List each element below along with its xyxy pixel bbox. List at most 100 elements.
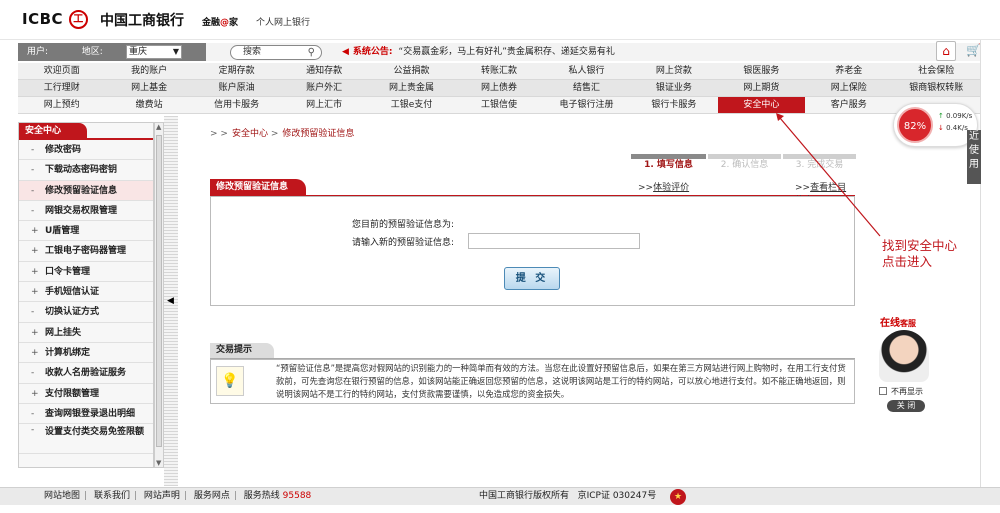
nav-item[interactable]: 结售汇	[543, 80, 630, 96]
annotation-text: 找到安全中心 点击进入	[882, 238, 958, 269]
logo-text: ICBC	[22, 10, 64, 28]
panel-splitter[interactable]: ◀	[164, 116, 178, 486]
nav-item[interactable]: 缴费站	[105, 97, 192, 113]
sidebar-item-reserved-info[interactable]: - 修改预留验证信息	[19, 180, 153, 201]
sidebar-item-report-loss[interactable]: + 网上挂失	[19, 323, 153, 343]
bank-name: 中国工商银行	[100, 13, 184, 29]
sidebar-item-bind-computer[interactable]: + 计算机绑定	[19, 343, 153, 364]
chevron-down-icon: ▼	[172, 47, 179, 56]
footer-sitemap-link[interactable]: 网站地图	[44, 491, 80, 501]
sidebar: 安全中心 - 修改密码 - 下载动态密码密钥 - 修改预留验证信息 - 网银交易权限管理…	[18, 122, 154, 468]
close-service-button[interactable]: 关 闭	[887, 400, 925, 412]
collapse-toggle-icon[interactable]: ◀	[167, 296, 174, 306]
nav-item[interactable]: 通知存款	[280, 63, 367, 79]
online-service-widget[interactable]: 在线客服 不再显示 关 闭	[865, 312, 943, 416]
bullet-icon: -	[31, 205, 35, 216]
sidebar-item-permissions[interactable]: - 网银交易权限管理	[19, 201, 153, 222]
cart-icon[interactable]: 🛒	[966, 43, 981, 57]
footer-hotline-label: 服务热线	[243, 491, 280, 501]
nav-item[interactable]: 网上预约	[18, 97, 105, 113]
breadcrumb: > > 安全中心 > 修改预留验证信息	[210, 129, 355, 139]
checkbox-icon[interactable]	[879, 387, 887, 395]
search-input[interactable]: 搜索 ⚲	[230, 45, 322, 60]
scroll-down-icon[interactable]: ▼	[156, 459, 161, 467]
nav-row-2: 工行理财 网上基金 账户原油 账户外汇 网上贵金属 网上债券 结售汇 银证业务 …	[18, 80, 980, 97]
sidebar-item-change-password[interactable]: - 修改密码	[19, 140, 153, 161]
home-icon[interactable]: ⌂	[936, 41, 956, 61]
speed-percent: 82%	[897, 107, 933, 143]
nav-item[interactable]: 工银信使	[455, 97, 542, 113]
sidebar-scrollbar[interactable]: ▲ ▼	[154, 122, 164, 468]
footer-contact-link[interactable]: 联系我们	[94, 491, 130, 501]
system-notice[interactable]: ◀ 系统公告: “交易赢金彩，马上有好礼”贵金属积存、递延交易有礼	[342, 43, 615, 61]
nav-item[interactable]: 我的账户	[105, 63, 192, 79]
new-info-input[interactable]	[468, 233, 640, 249]
region-select[interactable]: 重庆 ▼	[126, 45, 182, 59]
scroll-up-icon[interactable]: ▲	[156, 123, 161, 131]
upload-speed: ↑ 0.09K/s	[938, 112, 973, 120]
form-header: 修改预留验证信息 >>体验评价 >>查看栏目信息	[210, 179, 855, 206]
no-show-checkbox[interactable]: 不再显示	[879, 386, 923, 397]
nav-item[interactable]: 银行卡服务	[630, 97, 717, 113]
nav-item[interactable]: 工银e支付	[368, 97, 455, 113]
sidebar-item-exempt-limit[interactable]: - 设置支付类交易免签限额	[19, 424, 153, 455]
sidebar-item-limit[interactable]: + 支付限额管理	[19, 384, 153, 404]
nav-item[interactable]: 网上贵金属	[368, 80, 455, 96]
nav-item[interactable]: 私人银行	[543, 63, 630, 79]
nav-item[interactable]: 养老金	[805, 63, 892, 79]
sidebar-title: 安全中心	[19, 123, 87, 140]
nav-item[interactable]: 银证业务	[630, 80, 717, 96]
submit-button[interactable]: 提 交	[504, 267, 560, 290]
nav-item[interactable]: 电子银行注册	[543, 97, 630, 113]
nav-item[interactable]: 账户原油	[193, 80, 280, 96]
tips-text: “预留验证信息”是提高您对假网站的识别能力的一种简单而有效的方法。当您在此设置好…	[276, 363, 846, 399]
nav-item[interactable]: 公益捐款	[368, 63, 455, 79]
region-label: 地区:	[81, 47, 103, 57]
nav-item[interactable]: 网上汇市	[280, 97, 367, 113]
nav-item[interactable]: 网上期货	[718, 80, 805, 96]
sidebar-item-ukey[interactable]: + U盾管理	[19, 221, 153, 242]
nav-item[interactable]: 网上贷款	[630, 63, 717, 79]
new-info-label: 请输入新的预留验证信息:	[352, 238, 455, 248]
nav-item[interactable]: 定期存款	[193, 63, 280, 79]
nav-item[interactable]: 客户服务	[805, 97, 892, 113]
notice-text: “交易赢金彩，马上有好礼”贵金属积存、递延交易有礼	[398, 47, 615, 57]
police-emblem-icon[interactable]: ★	[670, 489, 686, 505]
nav-item[interactable]: 欢迎页面	[18, 63, 105, 79]
feedback-link[interactable]: >>体验评价	[638, 180, 689, 193]
bullet-icon: -	[31, 307, 35, 318]
nav-item-security-center[interactable]: 安全中心	[717, 97, 806, 113]
sidebar-item-payee-verify[interactable]: - 收款人名册验证服务	[19, 363, 153, 384]
nav-item[interactable]: 网上保险	[805, 80, 892, 96]
nav-item[interactable]: 银医服务	[718, 63, 805, 79]
footer-statement-link[interactable]: 网站声明	[144, 491, 180, 501]
scrollbar-thumb[interactable]	[156, 135, 162, 447]
sidebar-item-sms[interactable]: + 手机短信认证	[19, 282, 153, 303]
nav-item[interactable]: 转账汇款	[455, 63, 542, 79]
nav-item[interactable]: 网上基金	[105, 80, 192, 96]
plus-icon: +	[31, 327, 39, 338]
footer-outlets-link[interactable]: 服务网点	[194, 491, 230, 501]
plus-icon: +	[31, 246, 39, 257]
user-label: 用户:	[27, 47, 49, 57]
sidebar-item-token-card[interactable]: + 口令卡管理	[19, 262, 153, 283]
sidebar-item-switch-auth[interactable]: - 切换认证方式	[19, 302, 153, 323]
plus-icon: +	[31, 388, 39, 399]
search-icon[interactable]: ⚲	[308, 46, 315, 59]
sidebar-item-login-log[interactable]: - 查询网银登录退出明细	[19, 404, 153, 425]
nav-item[interactable]: 工行理财	[18, 80, 105, 96]
nav-item[interactable]: 社会保险	[893, 63, 980, 79]
recent-use-tab[interactable]: 近使用	[967, 130, 981, 184]
network-speed-widget[interactable]: 82% ↑ 0.09K/s ↓ 0.4K/s	[893, 103, 978, 147]
nav-item[interactable]: 网上债券	[455, 80, 542, 96]
agent-avatar[interactable]	[879, 330, 929, 382]
nav-item[interactable]: 银商银权转账	[893, 80, 980, 96]
nav-item[interactable]: 账户外汇	[280, 80, 367, 96]
sidebar-item-download-key[interactable]: - 下载动态密码密钥	[19, 160, 153, 181]
sidebar-item-e-password[interactable]: + 工银电子密码器管理	[19, 241, 153, 262]
nav-item[interactable]: 信用卡服务	[193, 97, 280, 113]
icbc-logo[interactable]: ICBC 工	[22, 10, 89, 29]
footer-hotline: 95588	[282, 491, 312, 501]
bullet-icon: -	[31, 185, 35, 196]
breadcrumb-section[interactable]: 安全中心	[232, 129, 268, 139]
